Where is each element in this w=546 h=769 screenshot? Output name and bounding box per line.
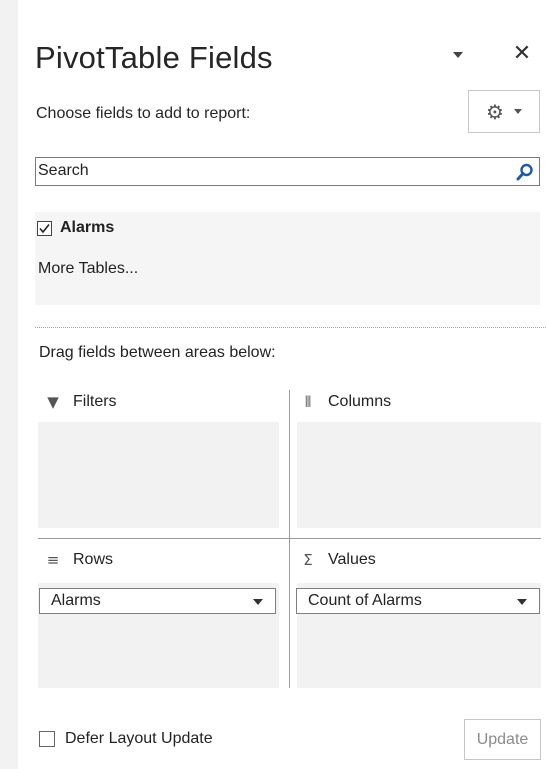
choose-fields-label: Choose fields to add to report: [36,105,251,122]
gear-icon: ⚙ [486,99,504,124]
values-area-header: Σ Values [298,551,376,569]
columns-label: Columns [328,393,392,410]
section-divider [35,327,546,328]
filter-icon: ▼ [47,393,59,411]
values-field-count-of-alarms[interactable]: Count of Alarms [296,588,540,614]
chevron-down-icon [513,109,522,114]
defer-layout-label: Defer Layout Update [65,730,213,747]
area-divider-vertical [289,390,290,688]
area-divider-horizontal [38,538,541,539]
more-tables-link[interactable]: More Tables... [38,260,138,278]
columns-drop-zone[interactable] [297,422,541,528]
rows-icon: ≡ [46,551,60,569]
filters-area-header: ▼ Filters [43,393,117,411]
close-icon: ✕ [512,40,532,66]
close-button[interactable]: ✕ [510,40,534,66]
filters-drop-zone[interactable] [38,422,279,528]
values-field-label: Count of Alarms [308,592,422,609]
pane-left-edge [0,0,18,769]
rows-label: Rows [73,551,114,568]
drag-fields-label: Drag fields between areas below: [39,344,276,361]
pane-title: PivotTable Fields [35,40,273,75]
defer-layout-checkbox[interactable] [39,731,55,747]
columns-icon: ⦀ [304,393,312,411]
task-pane-options-button[interactable] [447,46,469,64]
field-label: Alarms [60,219,115,236]
columns-area-header: ⦀ Columns [298,393,391,411]
search-input[interactable]: Search [35,157,540,186]
defer-layout-update[interactable]: Defer Layout Update [39,730,213,748]
search-text: Search [38,162,89,179]
rows-field-label: Alarms [51,592,101,609]
field-checkbox-alarms[interactable] [37,220,52,236]
filters-label: Filters [73,393,117,410]
checkmark-icon [39,223,50,233]
tools-button[interactable]: ⚙ [468,90,540,133]
chevron-down-icon[interactable] [253,599,263,605]
field-list: Alarms More Tables... [35,212,540,305]
chevron-down-icon [453,52,463,58]
chevron-down-icon[interactable] [517,599,527,605]
rows-area-header: ≡ Rows [43,551,113,569]
update-button[interactable]: Update [464,719,541,760]
values-label: Values [328,551,376,568]
search-icon[interactable] [515,162,535,182]
sigma-icon: Σ [303,551,313,569]
rows-field-alarms[interactable]: Alarms [39,588,276,614]
field-item-alarms[interactable]: Alarms [37,219,114,237]
